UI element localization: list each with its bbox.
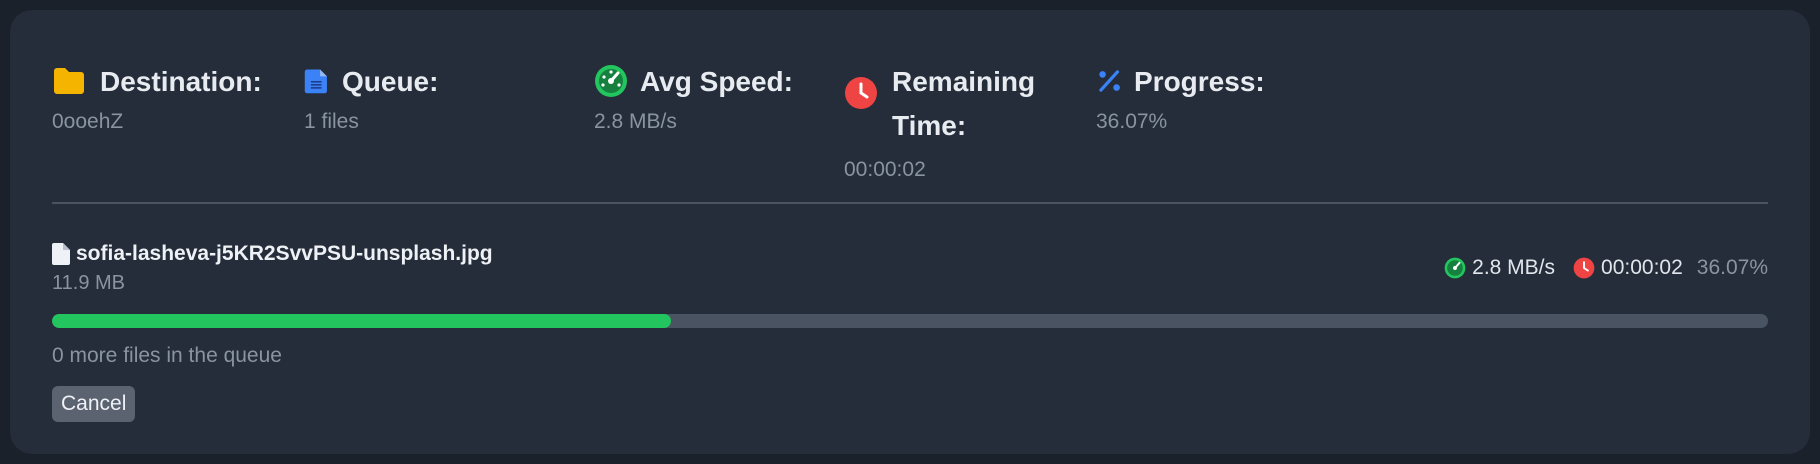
progress-bar-fill: [52, 314, 671, 328]
progress-bar: [52, 314, 1768, 328]
folder-icon: [54, 68, 84, 94]
file-percent: 36.07%: [1696, 256, 1768, 279]
file-document-icon: [52, 243, 70, 265]
percent-icon: [1099, 70, 1120, 92]
stat-remaining-time: Remaining Time: 00:00:02: [844, 60, 1035, 182]
queue-note: 0 more files in the queue: [52, 344, 282, 367]
destination-label: Destination:: [100, 66, 262, 97]
divider: [52, 202, 1768, 204]
file-item: sofia-lasheva-j5KR2SvvPSU-unsplash.jpg 1…: [52, 242, 1768, 302]
file-remaining: 00:00:02: [1601, 256, 1683, 279]
file-icon: [304, 69, 327, 94]
clock-icon: [845, 77, 877, 109]
queue-label: Queue:: [342, 66, 439, 97]
upload-panel: Destination: 0ooehZ Queue: 1 files Avg S…: [10, 10, 1810, 454]
gauge-icon: [595, 65, 627, 97]
stat-destination: Destination: 0ooehZ: [52, 60, 262, 134]
avg-speed-label: Avg Speed:: [640, 66, 793, 97]
avg-speed-value: 2.8 MB/s: [594, 110, 677, 133]
stat-queue: Queue: 1 files: [304, 60, 438, 134]
file-name: sofia-lasheva-j5KR2SvvPSU-unsplash.jpg: [76, 242, 493, 265]
file-speed: 2.8 MB/s: [1472, 256, 1556, 279]
remaining-label-line2: Time:: [892, 110, 967, 141]
file-speed-icon: [1444, 257, 1466, 279]
upload-stats: Destination: 0ooehZ Queue: 1 files Avg S…: [52, 60, 1772, 190]
stat-avg-speed: Avg Speed: 2.8 MB/s: [594, 60, 793, 134]
stat-progress: Progress: 36.07%: [1096, 60, 1265, 134]
cancel-button[interactable]: Cancel: [52, 386, 136, 422]
progress-label: Progress:: [1134, 66, 1265, 97]
progress-value: 36.07%: [1096, 110, 1168, 133]
file-stats: 2.8 MB/s 00:00:02 36.07%: [1444, 256, 1768, 280]
destination-value: 0ooehZ: [52, 110, 124, 133]
remaining-label-line1: Remaining: [892, 66, 1036, 97]
remaining-value: 00:00:02: [844, 158, 926, 181]
file-clock-icon: [1573, 257, 1595, 279]
queue-value: 1 files: [304, 110, 359, 133]
